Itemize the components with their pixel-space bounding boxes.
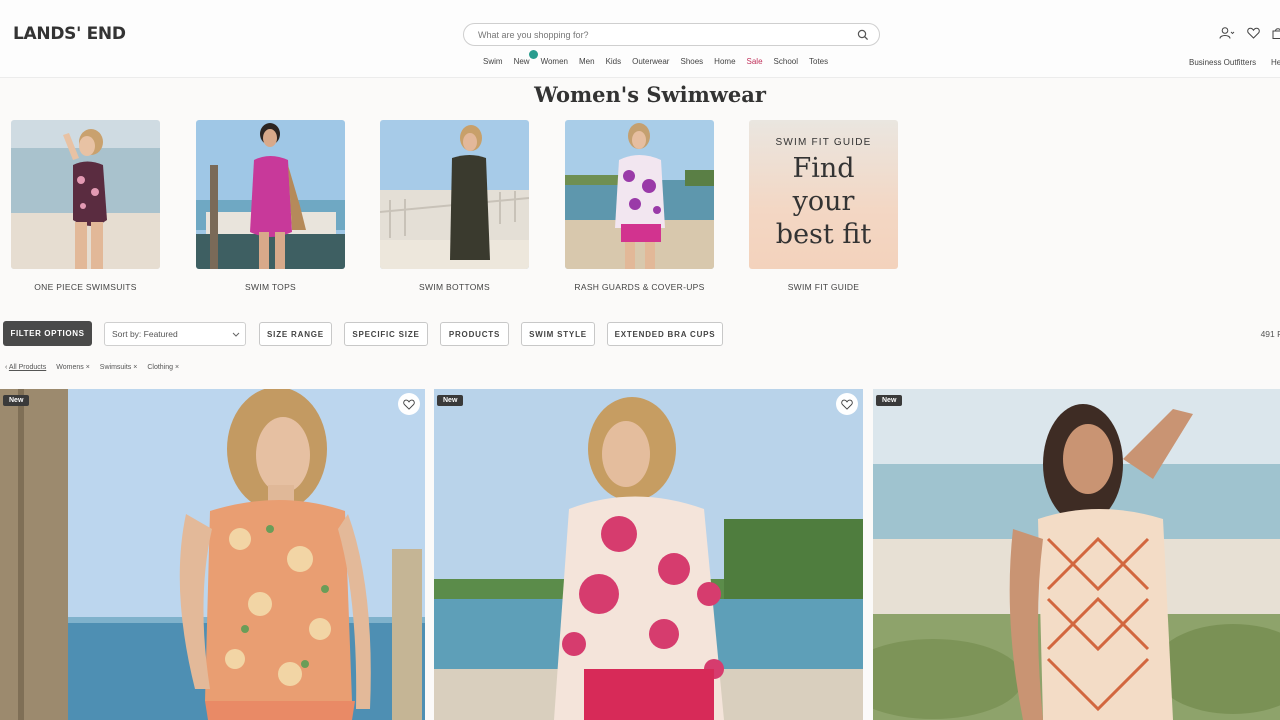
search-icon[interactable] (853, 25, 873, 45)
filter-chip-products[interactable]: PRODUCTS (440, 322, 509, 346)
nav-item-women[interactable]: Women (541, 57, 568, 66)
category-rash-guards[interactable]: RASH GUARDS & COVER-UPS (565, 120, 714, 292)
category-image[interactable] (11, 120, 160, 269)
nav-item-sale[interactable]: Sale (747, 57, 763, 66)
sort-select[interactable]: Sort by: Featured (104, 322, 246, 346)
filter-options-button[interactable]: FILTER OPTIONS (3, 321, 92, 346)
fit-guide-headline-line2: your (792, 186, 855, 217)
nav-item-new[interactable]: New (513, 50, 538, 66)
applied-filter-swimsuits[interactable]: Swimsuits × (100, 364, 138, 371)
sort-value: Sort by: Featured (112, 329, 178, 339)
breadcrumb-all-products[interactable]: ‹ All Products (5, 364, 46, 371)
new-badge: New (437, 395, 464, 406)
filter-bar: FILTER OPTIONS Sort by: Featured SIZE RA… (3, 321, 1280, 347)
category-label[interactable]: RASH GUARDS & COVER-UPS (565, 282, 714, 292)
applied-filter-label: Clothing (147, 364, 174, 371)
site-header: LANDS' END Swim New Women Men Kids Outer… (0, 0, 1280, 78)
account-icon[interactable] (1219, 26, 1235, 44)
fit-guide-headline-line3: best fit (775, 219, 872, 250)
nav-item-outerwear[interactable]: Outerwear (632, 57, 669, 66)
product-card[interactable]: New (873, 389, 1280, 720)
utility-icons (1219, 26, 1280, 44)
category-swim-bottoms[interactable]: SWIM BOTTOMS (380, 120, 529, 292)
category-swim-fit-guide[interactable]: SWIM FIT GUIDE Find your best fit SWIM F… (749, 120, 898, 292)
category-image[interactable] (380, 120, 529, 269)
wishlist-icon[interactable] (1247, 26, 1260, 44)
results-count: 491 Re (1260, 329, 1280, 339)
remove-filter-icon[interactable]: × (175, 364, 179, 371)
main-nav: Swim New Women Men Kids Outerwear Shoes … (483, 50, 839, 66)
fit-guide-headline-line1: Find (792, 153, 855, 184)
business-outfitters-link[interactable]: Business Outfitters (1189, 58, 1256, 67)
wishlist-heart-icon[interactable] (836, 393, 858, 415)
category-image[interactable] (196, 120, 345, 269)
page-title: Women's Swimwear (534, 82, 766, 107)
new-badge: New (876, 395, 903, 406)
product-grid: New New New (0, 389, 1280, 720)
cart-icon[interactable] (1272, 26, 1280, 44)
remove-filter-icon[interactable]: × (133, 364, 137, 371)
applied-filter-label: Swimsuits (99, 364, 132, 371)
filter-chip-specific-size[interactable]: SPECIFIC SIZE (344, 322, 428, 346)
category-image[interactable] (565, 120, 714, 269)
fit-guide-eyebrow: SWIM FIT GUIDE (775, 137, 872, 148)
product-image[interactable] (434, 389, 863, 720)
breadcrumb-all-label: All Products (8, 364, 47, 371)
search-bar[interactable] (463, 23, 880, 46)
wishlist-heart-icon[interactable] (398, 393, 420, 415)
nav-item-kids[interactable]: Kids (606, 57, 622, 66)
filter-chip-size-range[interactable]: SIZE RANGE (259, 322, 332, 346)
nav-item-men[interactable]: Men (579, 57, 595, 66)
remove-filter-icon[interactable]: × (86, 364, 90, 371)
category-label[interactable]: SWIM FIT GUIDE (749, 282, 898, 292)
breadcrumb: ‹ All Products Womens × Swimsuits × Clot… (5, 364, 179, 371)
help-link[interactable]: He (1271, 58, 1280, 67)
filter-chip-swim-style[interactable]: SWIM STYLE (521, 322, 595, 346)
site-logo[interactable]: LANDS' END (13, 24, 126, 44)
new-indicator-icon (528, 50, 538, 59)
category-label[interactable]: SWIM TOPS (196, 282, 345, 292)
nav-item-totes[interactable]: Totes (809, 57, 828, 66)
new-badge: New (3, 395, 30, 406)
product-card[interactable]: New (0, 389, 425, 720)
nav-item-shoes[interactable]: Shoes (680, 57, 703, 66)
fit-guide-banner[interactable]: SWIM FIT GUIDE Find your best fit (749, 120, 898, 269)
applied-filter-womens[interactable]: Womens × (56, 364, 90, 371)
category-label[interactable]: ONE PIECE SWIMSUITS (11, 282, 160, 292)
fit-guide-headline: Find your best fit (776, 152, 871, 251)
chevron-down-icon (232, 330, 240, 340)
filter-chip-extended-bra-cups[interactable]: EXTENDED BRA CUPS (607, 322, 723, 346)
product-image[interactable] (873, 389, 1280, 720)
search-input[interactable] (464, 29, 853, 40)
nav-item-new-label: New (513, 57, 530, 66)
nav-item-school[interactable]: School (774, 57, 798, 66)
product-image[interactable] (0, 389, 425, 720)
applied-filter-label: Womens (56, 364, 84, 371)
product-card[interactable]: New (434, 389, 863, 720)
nav-item-home[interactable]: Home (714, 57, 735, 66)
category-one-piece[interactable]: ONE PIECE SWIMSUITS (11, 120, 160, 292)
applied-filter-clothing[interactable]: Clothing × (147, 364, 179, 371)
category-swim-tops[interactable]: SWIM TOPS (196, 120, 345, 292)
nav-item-swim[interactable]: Swim (483, 57, 503, 66)
category-label[interactable]: SWIM BOTTOMS (380, 282, 529, 292)
